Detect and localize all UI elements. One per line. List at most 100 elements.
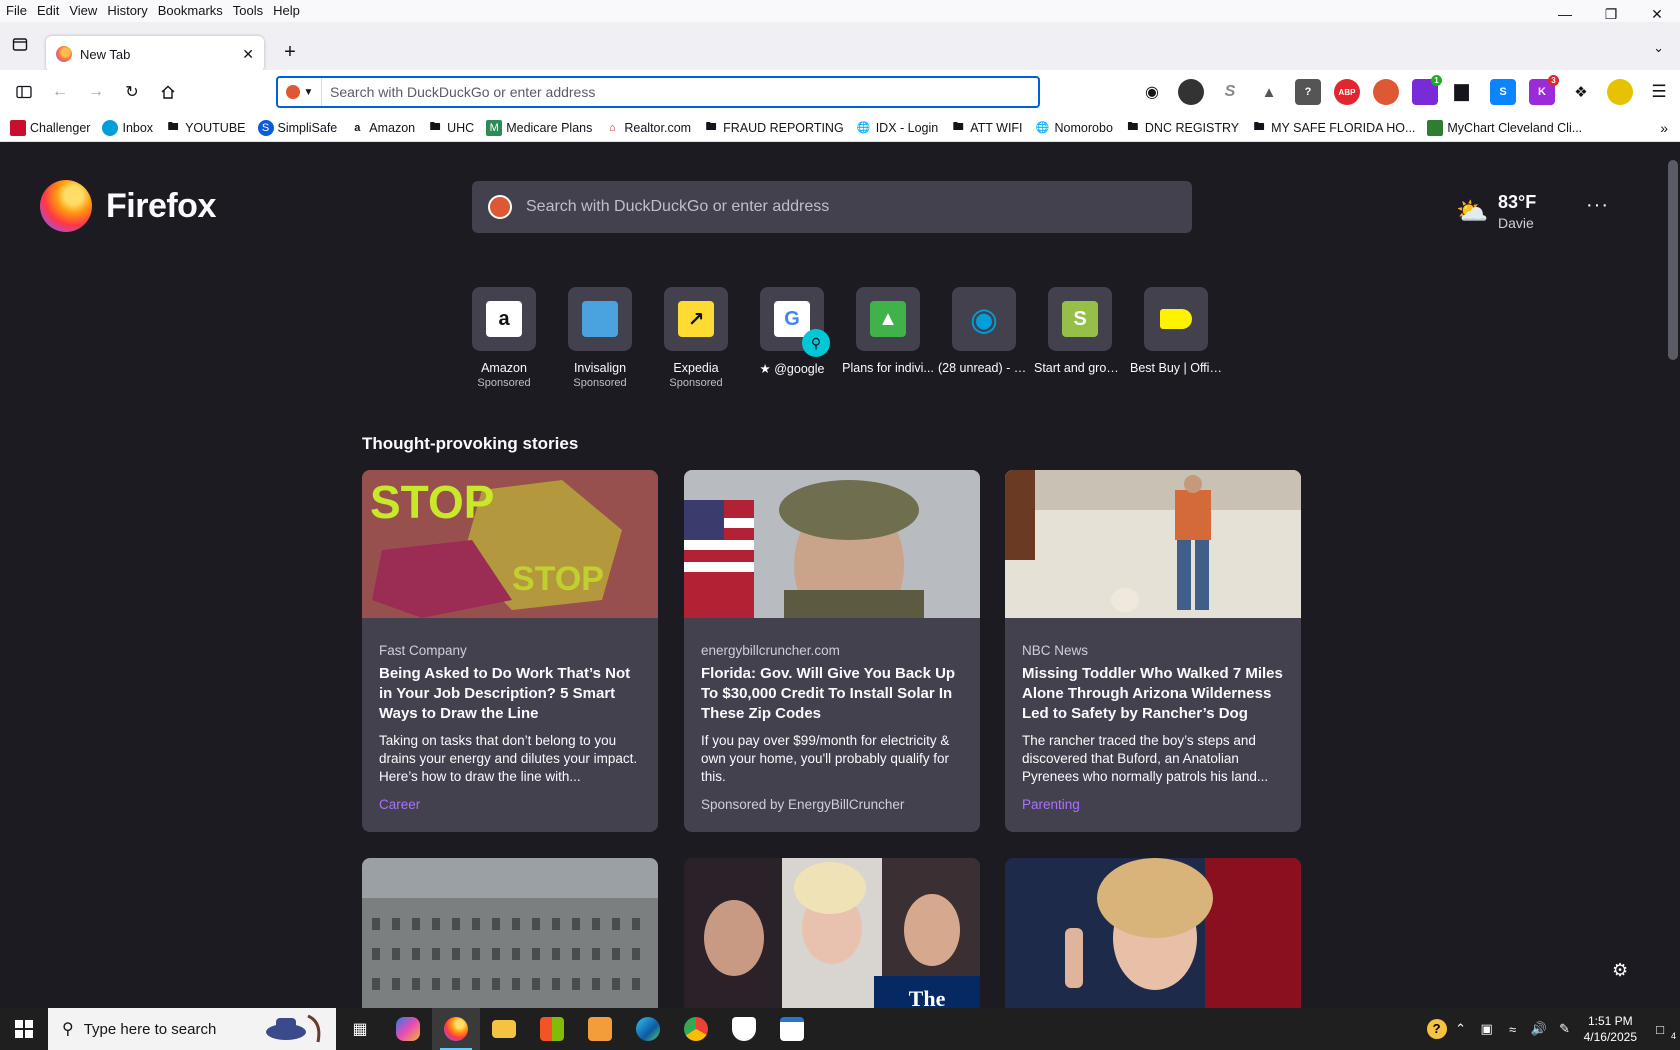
extensions-puzzle-icon[interactable]: ❖ xyxy=(1568,79,1594,105)
task-view-button[interactable]: ▦ xyxy=(336,1008,384,1050)
top-site-att-mail[interactable]: ◉ (28 unread) - z... xyxy=(936,287,1032,389)
close-tab-icon[interactable]: ✕ xyxy=(242,46,254,63)
puzzle-extension-icon[interactable]: 1 xyxy=(1412,75,1442,105)
top-site-shopify[interactable]: S Start and grow ... xyxy=(1032,287,1128,389)
story-card[interactable] xyxy=(1005,858,1301,1008)
list-all-tabs-chevron-icon[interactable]: ⌄ xyxy=(1653,40,1664,56)
taskbar-copilot[interactable] xyxy=(384,1008,432,1050)
folder-icon: 🖿 xyxy=(1253,121,1265,133)
expedia-icon: ↗ xyxy=(678,301,714,337)
hamburger-menu-icon[interactable]: ☰ xyxy=(1646,79,1672,105)
story-card[interactable] xyxy=(362,858,658,1008)
top-site-best-buy[interactable]: Best Buy | Offici... xyxy=(1128,287,1224,389)
firefox-view-button[interactable] xyxy=(8,32,32,56)
weather-more-options-icon[interactable]: ··· xyxy=(1586,194,1609,217)
menu-history[interactable]: History xyxy=(102,0,152,22)
bookmark-challenger[interactable]: Challenger xyxy=(10,119,90,136)
new-tab-button[interactable]: + xyxy=(278,40,302,64)
tab-new-tab[interactable]: New Tab ✕ xyxy=(46,36,264,72)
menu-view[interactable]: View xyxy=(64,0,102,22)
chevron-up-icon[interactable]: ⌃ xyxy=(1449,1021,1473,1037)
top-site-plans[interactable]: ▲ Plans for indivi... xyxy=(840,287,936,389)
bookmark-mychart[interactable]: MyChart Cleveland Cli... xyxy=(1427,119,1582,136)
barcode-extension-icon[interactable]: █▌ xyxy=(1451,79,1477,105)
story-source: energybillcruncher.com xyxy=(701,643,840,658)
bookmark-inbox[interactable]: Inbox xyxy=(102,119,153,136)
notifications-icon[interactable]: □ 4 xyxy=(1648,1022,1676,1041)
skype-extension-icon[interactable]: S xyxy=(1490,79,1516,105)
home-button[interactable] xyxy=(156,80,180,104)
duckduckgo-extension-icon[interactable] xyxy=(1373,79,1399,105)
bookmark-nomorobo[interactable]: 🌐 Nomorobo xyxy=(1035,120,1113,136)
profile-extension-icon[interactable] xyxy=(1178,79,1204,105)
taskbar-search-box[interactable]: ⚲ Type here to search xyxy=(48,1008,336,1050)
menu-help[interactable]: Help xyxy=(268,0,305,22)
globe-icon: 🌐 xyxy=(856,122,871,134)
page-scrollbar[interactable] xyxy=(1664,142,1680,1008)
car-extension-icon[interactable]: ▲ xyxy=(1256,79,1282,105)
top-site-label: (28 unread) - z... xyxy=(938,361,1030,375)
bookmark-realtor[interactable]: ⌂ Realtor.com xyxy=(604,120,691,136)
taskbar-notepad[interactable] xyxy=(768,1008,816,1050)
top-site-invisalign[interactable]: Invisalign Sponsored xyxy=(552,287,648,389)
bookmark-fraud-reporting[interactable]: 🖿 FRAUD REPORTING xyxy=(703,120,844,136)
menu-bookmarks[interactable]: Bookmarks xyxy=(153,0,228,22)
reload-button[interactable]: ↻ xyxy=(120,80,144,104)
bookmark-dnc-registry[interactable]: 🖿 DNC REGISTRY xyxy=(1125,120,1239,136)
search-engine-selector[interactable]: ▼ xyxy=(278,78,322,106)
coupon-extension-icon[interactable] xyxy=(1607,79,1633,105)
pocket-icon[interactable]: ◉ xyxy=(1139,79,1165,105)
google-icon: G xyxy=(774,301,810,337)
top-site-tile: ↗ xyxy=(664,287,728,351)
story-card[interactable]: NBC News Missing Toddler Who Walked 7 Mi… xyxy=(1005,470,1301,832)
top-site-amazon[interactable]: a Amazon Sponsored xyxy=(456,287,552,389)
bookmark-medicare-plans[interactable]: M Medicare Plans xyxy=(486,119,592,136)
bookmark-uhc[interactable]: 🖿 UHC xyxy=(427,120,475,136)
back-button[interactable]: ← xyxy=(48,80,72,104)
bookmark-att-wifi[interactable]: 🖿 ATT WIFI xyxy=(950,120,1023,136)
story-image: The Guardian xyxy=(684,858,980,1008)
story-card-sponsored[interactable]: energybillcruncher.com Florida: Gov. Wil… xyxy=(684,470,980,832)
taskbar-chrome[interactable] xyxy=(672,1008,720,1050)
customize-gear-icon[interactable]: ⚙ xyxy=(1612,960,1628,981)
taskbar-microsoft-store[interactable] xyxy=(528,1008,576,1050)
taskbar-firefox[interactable] xyxy=(432,1008,480,1050)
menu-edit[interactable]: Edit xyxy=(32,0,64,22)
adblock-plus-icon[interactable]: ABP xyxy=(1334,79,1360,105)
k-extension-icon[interactable]: K3 xyxy=(1529,75,1559,105)
top-site-expedia[interactable]: ↗ Expedia Sponsored xyxy=(648,287,744,389)
bookmark-my-safe-florida[interactable]: 🖿 MY SAFE FLORIDA HO... xyxy=(1251,120,1416,136)
menu-tools[interactable]: Tools xyxy=(228,0,268,22)
story-card[interactable]: STOP STOP Fast Company Being Asked to Do… xyxy=(362,470,658,832)
forward-button[interactable]: → xyxy=(84,80,108,104)
bookmark-amazon[interactable]: a Amazon xyxy=(349,120,415,136)
bookmark-simplisafe[interactable]: S SimpliSafe xyxy=(257,119,337,136)
bookmark-idx-login[interactable]: 🌐 IDX - Login xyxy=(856,120,938,136)
system-clock[interactable]: 1:51 PM 4/16/2025 xyxy=(1584,1013,1637,1045)
taskbar-defender[interactable] xyxy=(720,1008,768,1050)
bookmarks-overflow-chevron-icon[interactable]: » xyxy=(1660,120,1668,136)
start-button[interactable] xyxy=(0,1008,48,1050)
network-icon[interactable]: ≈ xyxy=(1501,1022,1525,1037)
story-card[interactable]: The Guardian xyxy=(684,858,980,1008)
content-search-box[interactable]: Search with DuckDuckGo or enter address xyxy=(472,181,1192,233)
scrollbar-thumb[interactable] xyxy=(1668,160,1678,360)
weather-widget[interactable]: ⛅ 83°F Davie xyxy=(1456,192,1536,231)
bookmark-youtube[interactable]: 🖿 YOUTUBE xyxy=(165,120,246,136)
help-extension-icon[interactable]: ? xyxy=(1295,79,1321,105)
reload-icon: ↻ xyxy=(125,84,139,101)
volume-icon[interactable]: 🔊 xyxy=(1527,1021,1551,1037)
search-icon: ⚲ xyxy=(62,1021,74,1038)
story-headline: Missing Toddler Who Walked 7 Miles Alone… xyxy=(1022,665,1283,722)
help-icon[interactable]: ? xyxy=(1426,1019,1447,1039)
taskbar-file-explorer[interactable] xyxy=(480,1008,528,1050)
taskbar-edge[interactable] xyxy=(624,1008,672,1050)
pen-icon[interactable]: ✎ xyxy=(1553,1021,1577,1037)
menu-file[interactable]: File xyxy=(0,0,32,22)
sidebar-button[interactable] xyxy=(12,80,36,104)
address-input[interactable] xyxy=(322,84,1038,100)
meet-now-icon[interactable]: ▣ xyxy=(1475,1021,1499,1037)
top-site-google[interactable]: G ⚲ ★ @google xyxy=(744,287,840,389)
script-extension-icon[interactable]: S xyxy=(1217,79,1243,105)
taskbar-media-player[interactable] xyxy=(576,1008,624,1050)
